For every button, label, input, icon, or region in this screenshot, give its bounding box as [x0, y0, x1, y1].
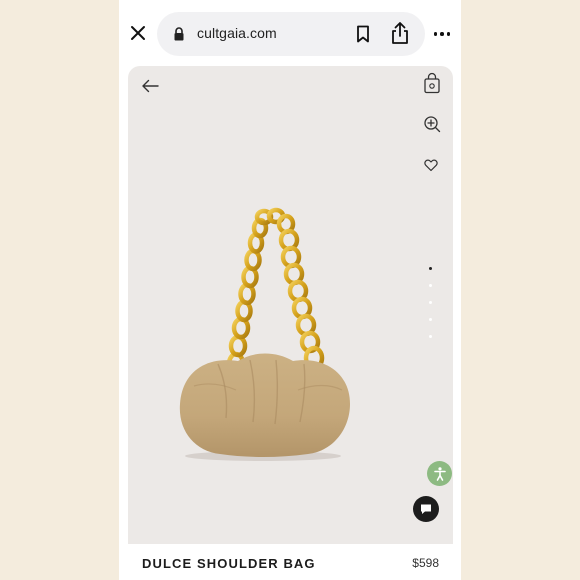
heart-icon — [424, 159, 438, 172]
pagination-dot[interactable] — [429, 267, 432, 270]
accessibility-button[interactable] — [427, 461, 452, 486]
browser-toolbar: cultgaia.com — [119, 0, 461, 66]
wishlist-button[interactable] — [424, 158, 438, 172]
back-arrow-icon — [142, 79, 159, 93]
url-text: cultgaia.com — [197, 25, 277, 41]
bookmark-button[interactable] — [353, 24, 373, 44]
pagination-dot[interactable] — [429, 318, 432, 321]
bookmark-icon — [357, 25, 369, 43]
lock-icon — [174, 27, 184, 41]
close-icon — [131, 26, 145, 40]
more-horizontal-icon — [433, 32, 438, 36]
product-info-bar: DULCE SHOULDER BAG $598 — [128, 544, 453, 580]
image-pagination — [429, 267, 435, 352]
share-icon — [392, 22, 408, 44]
shopping-bag-icon — [424, 72, 440, 94]
product-image — [179, 207, 350, 461]
product-title: DULCE SHOULDER BAG — [142, 556, 316, 571]
accessibility-icon — [433, 466, 446, 481]
pagination-dot[interactable] — [429, 284, 432, 287]
pagination-dot[interactable] — [429, 301, 432, 304]
cart-button[interactable] — [423, 72, 441, 94]
phone-screen: cultgaia.com DULCE SHOULDER BAG $598 — [119, 0, 461, 580]
address-bar[interactable]: cultgaia.com — [157, 12, 425, 56]
zoom-button[interactable] — [423, 115, 441, 133]
product-price: $598 — [412, 556, 439, 570]
pagination-dot[interactable] — [429, 335, 432, 338]
close-button[interactable] — [127, 22, 149, 44]
chat-icon — [421, 504, 431, 514]
more-menu-button[interactable] — [431, 24, 453, 44]
back-button[interactable] — [140, 78, 160, 94]
zoom-in-icon — [424, 116, 441, 133]
product-gallery — [128, 66, 453, 544]
chat-button[interactable] — [413, 496, 439, 522]
share-button[interactable] — [389, 21, 411, 45]
